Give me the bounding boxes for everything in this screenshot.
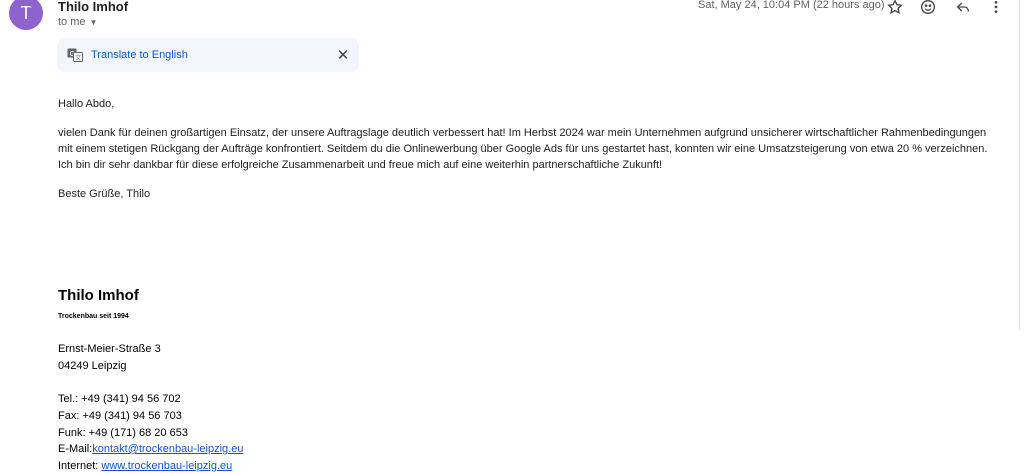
paragraph-line: vielen Dank für deinen großartigen Einsa…	[58, 127, 987, 139]
signature-city: 04249 Leipzig	[58, 360, 127, 372]
message-date: Sat, May 24, 10:04 PM (22 hours ago)	[698, 0, 885, 11]
signature-tel: Tel.: +49 (341) 94 56 702	[58, 393, 181, 405]
more-vert-icon[interactable]	[986, 0, 1006, 17]
scrollbar-edge[interactable]	[1019, 0, 1024, 330]
sender-avatar[interactable]: T	[9, 0, 43, 30]
email-label: E-Mail:	[58, 443, 93, 455]
close-icon[interactable]: ✕	[335, 47, 351, 64]
translate-icon: G 文	[67, 47, 83, 63]
avatar-letter: T	[20, 2, 32, 23]
recipient-details-toggle[interactable]: to me ▼	[58, 16, 97, 28]
signature-website-row: Internet: www.trockenbau-leipzig.eu	[58, 460, 232, 472]
message-paragraph: vielen Dank für deinen großartigen Einsa…	[58, 125, 998, 173]
signature-street: Ernst-Meier-Straße 3	[58, 343, 161, 355]
signature-email-row: E-Mail:kontakt@trockenbau-leipzig.eu	[58, 443, 243, 455]
signature-funk: Funk: +49 (171) 68 20 653	[58, 427, 188, 439]
paragraph-line: Ich bin dir sehr dankbar für diese erfol…	[58, 159, 663, 171]
website-link[interactable]: www.trockenbau-leipzig.eu	[101, 460, 232, 472]
caret-down-icon[interactable]: ▼	[90, 18, 98, 27]
email-link[interactable]: kontakt@trockenbau-leipzig.eu	[92, 443, 243, 455]
signature-name: Thilo Imhof	[58, 287, 139, 304]
svg-text:文: 文	[75, 54, 81, 62]
star-icon[interactable]	[885, 0, 905, 17]
signature-tagline: Trockenbau seit 1994	[58, 313, 129, 320]
greeting: Hallo Abdo,	[58, 98, 115, 110]
recipient-label: to me	[58, 16, 86, 28]
website-label: Internet:	[58, 460, 102, 472]
sender-name[interactable]: Thilo Imhof	[58, 0, 128, 14]
translate-link[interactable]: Translate to English	[91, 49, 188, 61]
signature-fax: Fax: +49 (341) 94 56 703	[58, 410, 182, 422]
translate-bar: G 文 Translate to English ✕	[57, 38, 359, 72]
closing: Beste Grüße, Thilo	[58, 188, 151, 200]
reply-icon[interactable]	[953, 0, 973, 17]
paragraph-line: mit einem stetigen Rückgang der Aufträge…	[58, 143, 988, 155]
emoji-icon[interactable]	[918, 0, 938, 17]
